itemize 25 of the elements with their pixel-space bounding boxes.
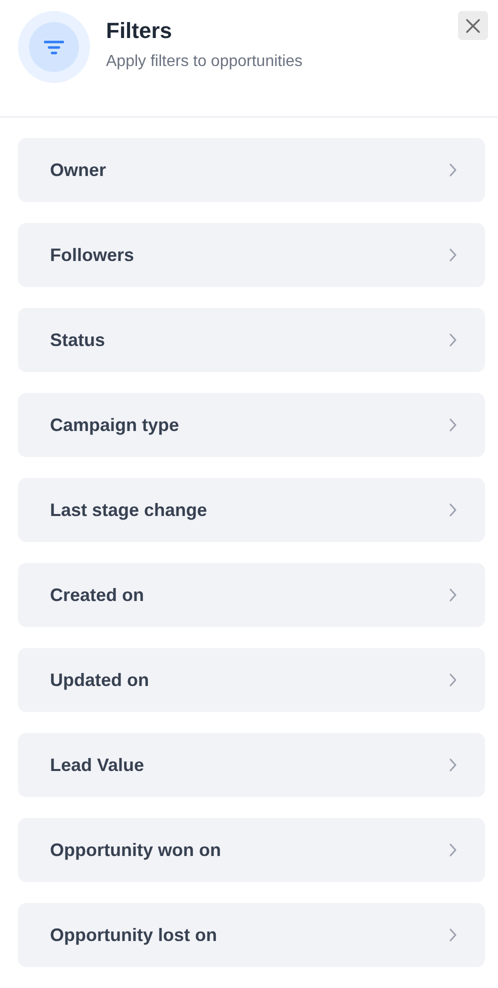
- chevron-right-icon: [449, 503, 457, 517]
- filter-item[interactable]: Status: [18, 308, 485, 372]
- filter-item[interactable]: Opportunity won on: [18, 818, 485, 882]
- filter-item[interactable]: Opportunity lost on: [18, 903, 485, 967]
- chevron-right-icon: [449, 163, 457, 177]
- panel-title: Filters: [106, 18, 174, 44]
- close-button[interactable]: [458, 11, 488, 40]
- chevron-right-icon: [449, 843, 457, 857]
- chevron-right-icon: [449, 418, 457, 432]
- chevron-right-icon: [449, 758, 457, 772]
- panel-subtitle: Apply filters to opportunities: [106, 52, 303, 72]
- close-icon: [465, 18, 481, 34]
- chevron-right-icon: [449, 333, 457, 347]
- chevron-right-icon: [449, 673, 457, 687]
- chevron-right-icon: [449, 248, 457, 262]
- chevron-right-icon: [449, 588, 457, 602]
- filter-icon: [44, 40, 64, 54]
- filter-item[interactable]: Last stage change: [18, 478, 485, 542]
- filter-item[interactable]: Followers: [18, 223, 485, 287]
- filter-item[interactable]: Created on: [18, 563, 485, 627]
- chevron-right-icon: [449, 928, 457, 942]
- filter-item[interactable]: Updated on: [18, 648, 485, 712]
- filter-item[interactable]: Campaign type: [18, 393, 485, 457]
- filter-item[interactable]: Lead Value: [18, 733, 485, 797]
- filter-item[interactable]: Owner: [18, 138, 485, 202]
